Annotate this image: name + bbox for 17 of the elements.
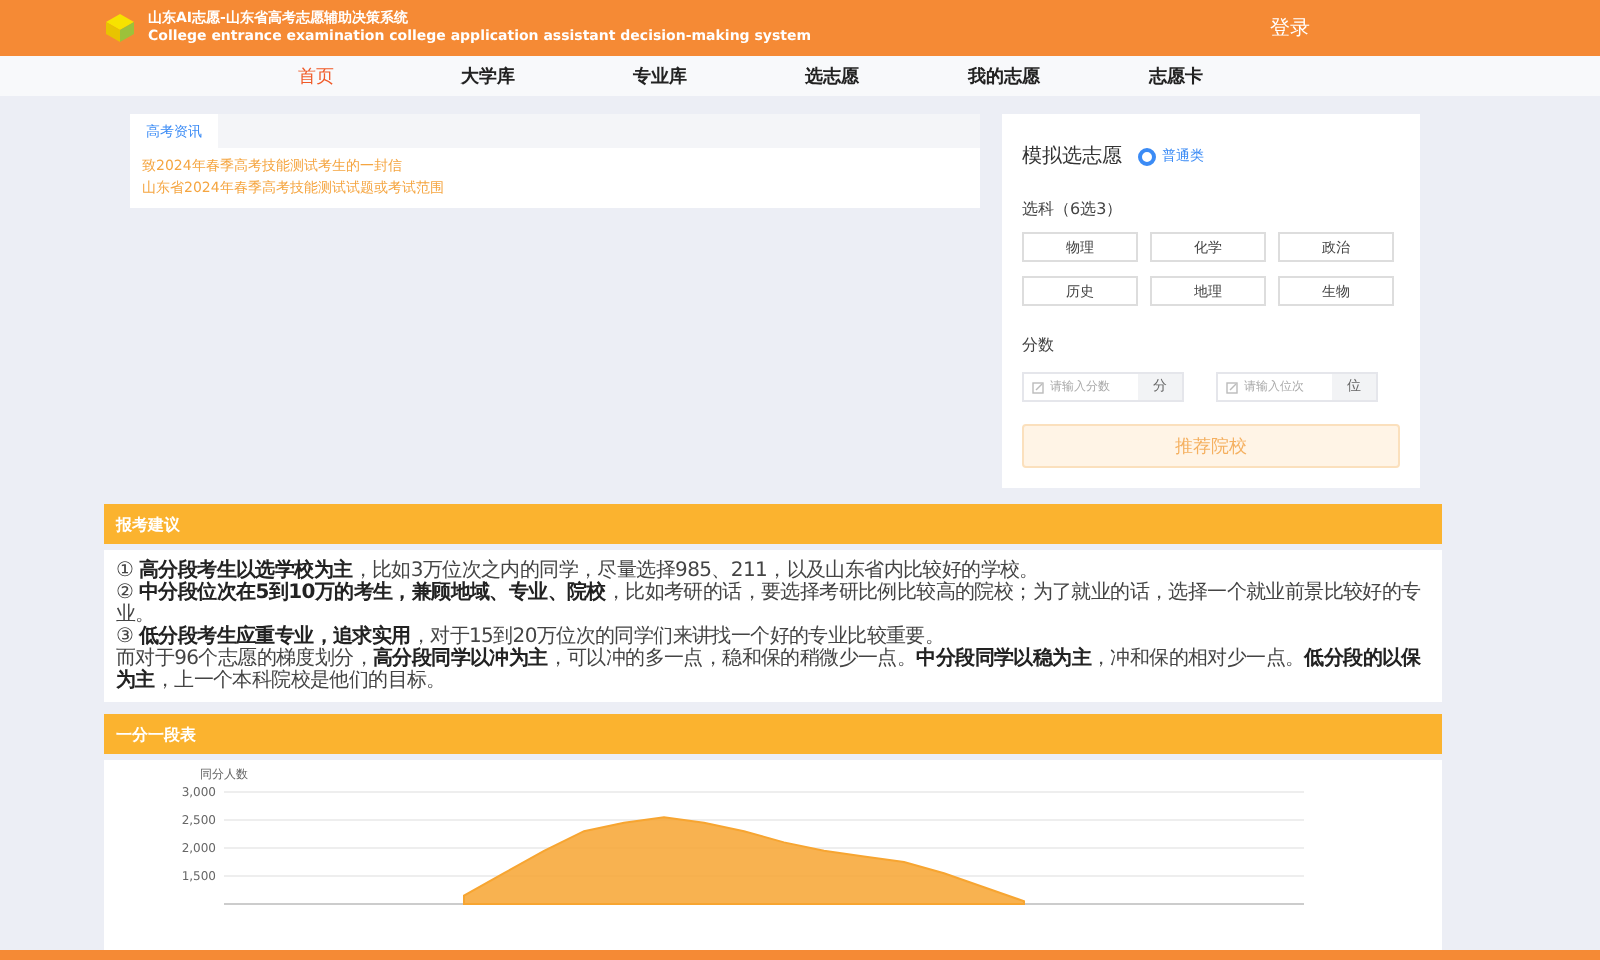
edit-icon bbox=[1226, 381, 1238, 393]
advice-text: 而对于96个志愿的梯度划分，高分段同学以冲为主，可以冲的多一点，稳和保的稍微少一点。中分段同学以稳为主，冲和保的相对少一点。低分段的以保为主，上一个本科院校是他们的目标。 bbox=[116, 648, 1423, 692]
advice-text: ③ 低分段考生应重专业，追求实用，对于15到20万位次的同学们来讲找一个好的专业比较重要。 bbox=[116, 626, 945, 648]
nav-item[interactable]: 志愿卡 bbox=[1090, 63, 1262, 89]
section-header: 报考建议 bbox=[104, 504, 1442, 544]
nav-item[interactable]: 选志愿 bbox=[746, 63, 918, 89]
edit-icon bbox=[1032, 381, 1044, 393]
cube-logo-icon bbox=[104, 12, 136, 44]
advice-text: ② 中分段位次在5到10万的考生，兼顾地域、专业、院校，比如考研的话，要选择考研比例比较高的院校；为了就业的话，选择一个就业前景比较好的专业。 bbox=[116, 582, 1423, 626]
nav-item[interactable]: 大学库 bbox=[402, 63, 574, 89]
card-title: 模拟选志愿 bbox=[1022, 143, 1122, 170]
section-header: 一分一段表 bbox=[104, 714, 1442, 754]
nav-item[interactable]: 专业库 bbox=[574, 63, 746, 89]
field-label: 选科（6选3） bbox=[1022, 198, 1125, 220]
nav-item[interactable]: 我的志愿 bbox=[918, 63, 1090, 89]
advice-text: ① 高分段考生以选学校为主，比如3万位次之内的同学，尽量选择985、211，以及山东省内比较好的学校。 bbox=[116, 560, 1039, 582]
field-label: 分数 bbox=[1022, 334, 1056, 356]
